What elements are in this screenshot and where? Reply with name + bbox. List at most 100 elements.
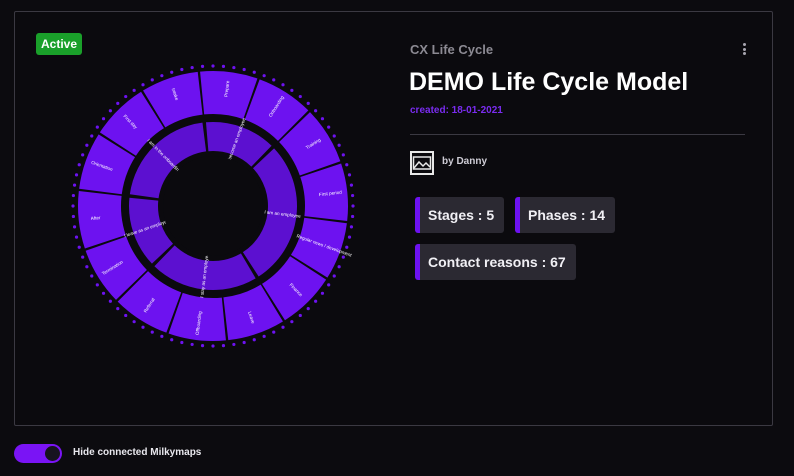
wheel-dot: [320, 291, 325, 295]
wheel-dot: [262, 334, 266, 338]
wheel-dot: [132, 320, 136, 324]
wheel-dot: [290, 88, 294, 92]
wheel-dot: [349, 183, 354, 187]
stages-stat[interactable]: Stages : 5: [415, 197, 505, 233]
wheel-dot: [95, 125, 99, 129]
divider: [410, 134, 745, 135]
wheel-dot: [160, 334, 164, 338]
wheel-dot: [190, 65, 194, 70]
wheel-dot: [320, 117, 325, 121]
wheel-dot: [327, 283, 331, 287]
wheel-dot: [74, 235, 79, 239]
kebab-menu-icon[interactable]: [738, 43, 750, 57]
wheel-dot: [272, 330, 276, 334]
wheel-dot: [337, 265, 341, 269]
wheel-dot: [170, 338, 174, 342]
toggle-knob: [45, 446, 60, 461]
wheel-dot: [298, 94, 302, 99]
wheel-dot: [85, 265, 89, 269]
wheel-dot: [351, 204, 355, 208]
wheel-dot: [132, 88, 136, 92]
wheel-dot: [281, 325, 285, 329]
hide-connected-toggle[interactable]: [14, 444, 62, 463]
wheel-dot: [72, 225, 77, 229]
wheel-dot: [314, 109, 318, 113]
contact-reasons-stat[interactable]: Contact reasons : 67: [415, 244, 576, 280]
wheel-dot: [180, 67, 184, 72]
wheel-dot: [306, 101, 310, 105]
created-date: created: 18-01-2021: [410, 105, 503, 116]
status-badge: Active: [36, 33, 83, 55]
image-placeholder-icon: [410, 151, 434, 175]
wheel-dot: [101, 291, 106, 295]
wheel-dot: [211, 344, 215, 348]
phases-stat[interactable]: Phases : 14: [515, 197, 616, 233]
wheel-dot: [72, 183, 77, 187]
wheel-dot: [306, 307, 310, 311]
wheel-dot: [211, 64, 215, 68]
wheel-dot: [90, 134, 94, 138]
wheel-dot: [108, 299, 112, 303]
wheel-dot: [290, 320, 294, 324]
wheel-dot: [180, 340, 184, 345]
wheel-dot: [341, 255, 345, 259]
wheel-dot: [81, 153, 85, 157]
wheel-dot: [351, 214, 355, 219]
wheel-dot: [74, 173, 79, 177]
wheel-dot: [116, 101, 120, 105]
wheel-dot: [341, 153, 345, 157]
wheel-dot: [345, 163, 349, 167]
wheel-dot: [141, 325, 145, 329]
wheel-dot: [150, 330, 154, 334]
wheel-dot: [347, 173, 352, 177]
wheel-dot: [141, 83, 145, 87]
wheel-dot: [262, 74, 266, 78]
wheel-dot: [90, 274, 94, 278]
wheel-dot: [95, 283, 99, 287]
wheel-dot: [108, 109, 112, 113]
wheel-dot: [232, 65, 236, 70]
wheel-dot: [190, 342, 194, 347]
wheel-dot: [221, 344, 226, 348]
wheel-dot: [242, 340, 246, 345]
wheel-dot: [281, 83, 285, 87]
life-cycle-wheel-graphic: PrepareOnboardingTrainingFirst periodReg…: [71, 64, 355, 348]
wheel-dot: [81, 255, 85, 259]
phase-label: After: [91, 215, 102, 221]
wheel-dot: [124, 94, 128, 99]
wheel-dot: [85, 143, 89, 147]
wheel-dot: [124, 313, 128, 318]
wheel-dot: [337, 143, 341, 147]
wheel-dot: [242, 67, 246, 72]
wheel-dot: [77, 245, 81, 249]
wheel-dot: [272, 78, 276, 82]
wheel-dot: [252, 338, 256, 342]
wheel-dot: [150, 78, 154, 82]
life-cycle-card[interactable]: Active Prepare Onboarding Training First pe…: [14, 11, 773, 426]
wheel-dot: [200, 64, 205, 68]
author-name: by Danny: [442, 156, 488, 167]
wheel-dot: [349, 225, 354, 229]
wheel-dot: [200, 344, 205, 348]
wheel-dot: [160, 74, 164, 78]
wheel-dot: [314, 299, 318, 303]
wheel-dot: [71, 193, 75, 198]
toggle-label: Hide connected Milkymaps: [73, 447, 202, 458]
wheel-dot: [298, 313, 302, 318]
card-category: CX Life Cycle: [410, 42, 494, 57]
wheel-dot: [332, 134, 336, 138]
wheel-dot: [116, 307, 120, 311]
wheel-dot: [327, 125, 331, 129]
wheel-dot: [347, 235, 352, 239]
wheel-dot: [101, 117, 106, 121]
wheel-center: [163, 156, 263, 256]
wheel-dot: [232, 342, 236, 347]
wheel-dot: [345, 245, 349, 249]
wheel-dot: [170, 70, 174, 74]
wheel-dot: [71, 204, 75, 208]
life-cycle-wheel[interactable]: Prepare Onboarding Training First period Reg…: [63, 56, 363, 356]
wheel-dot: [252, 70, 256, 74]
wheel-dot: [71, 214, 75, 219]
wheel-dot: [351, 193, 355, 198]
wheel-dot: [221, 64, 226, 68]
